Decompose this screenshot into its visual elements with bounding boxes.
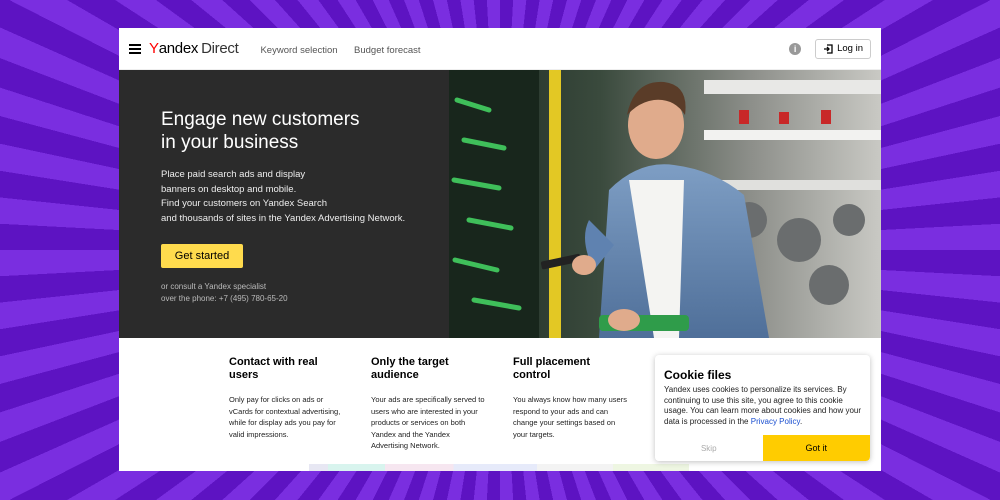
cookie-title: Cookie files [664,368,732,382]
top-header: Yandex Direct Keyword selection Budget fo… [119,28,881,70]
hero-description: Place paid search ads and display banner… [161,168,431,226]
login-button[interactable]: Log in [815,38,871,59]
privacy-policy-link[interactable]: Privacy Policy [751,417,800,426]
get-started-button[interactable]: Get started [161,244,243,268]
logo-y: Y [149,40,159,57]
top-nav: Keyword selection Budget forecast [260,40,432,58]
got-it-button[interactable]: Got it [762,435,870,461]
login-label: Log in [837,43,863,54]
hero-desc-line: Place paid search ads and display [161,169,306,180]
hero-title-line-1: Engage new customers [161,109,360,130]
nav-budget-forecast[interactable]: Budget forecast [354,45,421,56]
yandex-direct-logo[interactable]: Yandex Direct [149,40,239,57]
hero-desc-line: Find your customers on Yandex Search [161,198,327,209]
hero-panel: Engage new customers in your business Pl… [119,70,449,338]
consult-text: or consult a Yandex specialist over the … [161,281,449,305]
hero-title: Engage new customers in your business [161,108,449,154]
feature-text: Your ads are specifically served to user… [371,395,485,450]
feature-placement-control: Full placement control You always know h… [513,356,629,452]
nav-keyword-selection[interactable]: Keyword selection [260,45,337,56]
feature-target-audience: Only the target audience Your ads are sp… [371,356,487,452]
hero-desc-line: and thousands of sites in the Yandex Adv… [161,212,406,224]
cookie-period: . [799,416,803,426]
hero-title-line-2: in your business [161,132,299,153]
hero-photo [449,70,881,338]
feature-real-users: Contact with real users Only pay for cli… [229,356,345,452]
feature-title: Full placement control [513,356,591,381]
hero-desc-line: banners on desktop and mobile. [161,183,297,195]
info-icon[interactable]: i [789,42,802,55]
consult-line: or consult a Yandex specialist [161,282,267,291]
cookie-text: Yandex uses cookies to personalize its s… [664,385,862,427]
logo-direct: Direct [201,40,239,57]
banner-strip [309,464,689,471]
cookie-buttons: Skip Got it [655,435,870,461]
feature-title: Only the target audience [371,356,449,381]
skip-button[interactable]: Skip [655,435,763,461]
features-row: Contact with real users Only pay for cli… [229,356,629,452]
logo-andex: andex [158,40,199,57]
login-icon [824,43,833,54]
feature-text: Only pay for clicks on ads or vCards for… [229,395,341,439]
cookie-dialog: Cookie files Yandex uses cookies to pers… [655,355,870,461]
menu-icon[interactable] [129,43,141,54]
feature-text: You always know how many users respond t… [513,395,627,439]
feature-title: Contact with real users [229,356,318,381]
consult-phone: over the phone: +7 (495) 780-65-20 [161,294,288,303]
